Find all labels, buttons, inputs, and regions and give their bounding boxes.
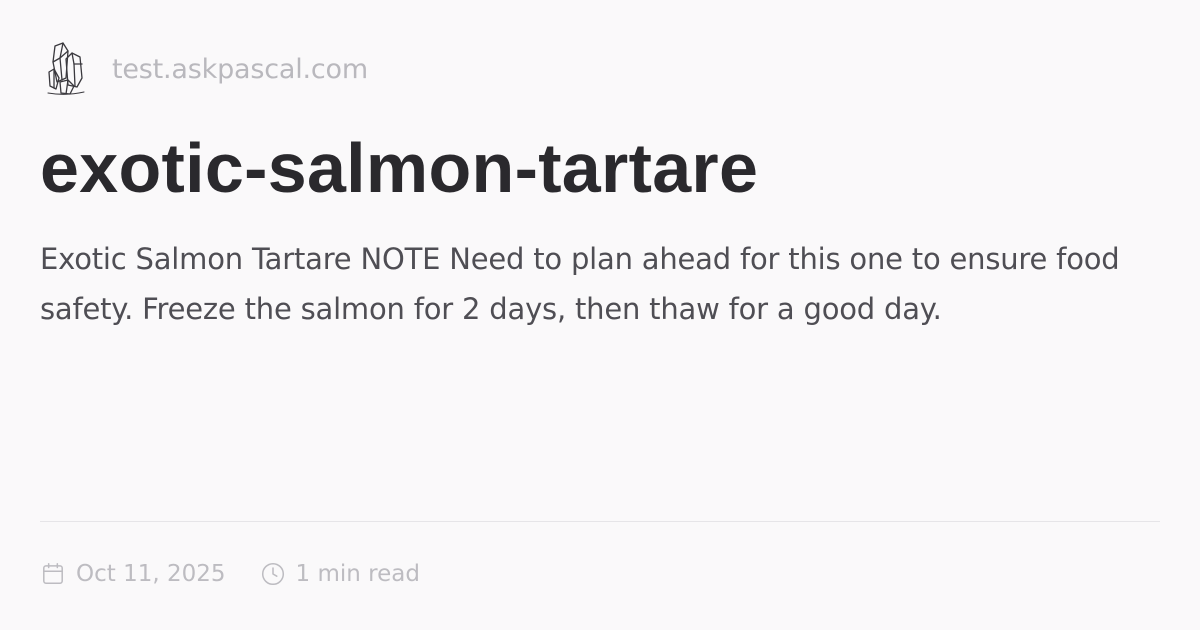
- publish-date: Oct 11, 2025: [40, 561, 226, 587]
- page-description: Exotic Salmon Tartare NOTE Need to plan …: [40, 242, 1120, 326]
- read-time-label: 1 min read: [295, 561, 420, 587]
- calendar-icon: [43, 562, 63, 584]
- post-meta: Oct 11, 2025 1 min read: [40, 556, 420, 592]
- crystal-icon: [47, 42, 85, 95]
- clock-icon: [261, 562, 284, 586]
- reading-time: 1 min read: [260, 561, 420, 587]
- divider: [40, 521, 1160, 522]
- page-title: exotic-salmon-tartare: [40, 129, 759, 207]
- site-header: test.askpascal.com: [46, 42, 368, 96]
- site-domain[interactable]: test.askpascal.com: [112, 54, 368, 85]
- date-label: Oct 11, 2025: [76, 561, 226, 587]
